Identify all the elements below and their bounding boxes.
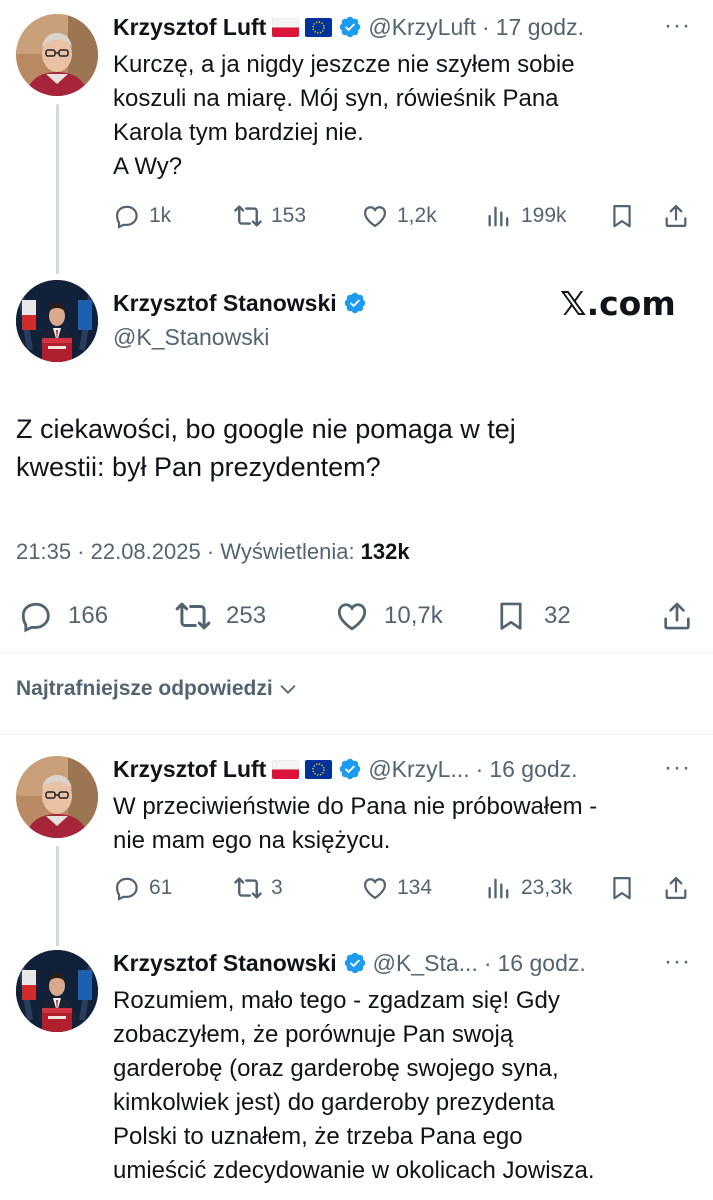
views-count: 199k	[521, 204, 567, 227]
avatar[interactable]	[16, 950, 98, 1032]
bookmark-icon	[494, 599, 528, 633]
bookmark-button[interactable]: 32	[494, 599, 660, 633]
like-button[interactable]: 134	[361, 874, 485, 902]
tweet-header: Krzysztof Luft @KrzyL... · 16 godz.	[113, 754, 578, 784]
repost-button[interactable]: 3	[233, 873, 361, 903]
like-button[interactable]: 10,7k	[334, 598, 494, 634]
eu-flag-icon	[305, 759, 333, 779]
share-icon	[662, 202, 690, 230]
main-tweet-text: Z ciekawości, bo google nie pomaga w tej…	[16, 414, 516, 482]
share-button[interactable]	[662, 202, 690, 230]
tweet-time[interactable]: 16 godz.	[498, 950, 586, 977]
bookmark-button[interactable]	[608, 202, 662, 230]
tweet-actions: 1k 153 1,2k 199k	[113, 201, 693, 231]
verified-badge-icon	[338, 757, 362, 781]
repost-icon	[233, 873, 263, 903]
views-button[interactable]: 23,3k	[485, 874, 608, 902]
views-icon	[485, 202, 513, 230]
more-options-icon[interactable]: ···	[664, 754, 691, 782]
eu-flag-icon	[305, 17, 333, 37]
repost-icon	[174, 597, 212, 635]
poland-flag-icon	[272, 17, 300, 37]
author-name[interactable]: Krzysztof Stanowski	[113, 290, 337, 317]
repost-button[interactable]: 153	[233, 201, 361, 231]
reply-icon	[113, 874, 141, 902]
verified-badge-icon	[343, 291, 367, 315]
poland-flag-icon	[272, 759, 300, 779]
like-button[interactable]: 1,2k	[361, 202, 485, 230]
tweet-text: W przeciwieństwie do Pana nie próbowałem…	[113, 793, 598, 854]
main-author-row: Krzysztof Stanowski	[113, 288, 367, 318]
share-icon	[662, 874, 690, 902]
repost-count: 153	[271, 204, 307, 227]
tweet-header: Krzysztof Luft @KrzyLuft · 17 godz.	[113, 12, 584, 42]
repost-count: 253	[226, 602, 267, 629]
like-icon	[361, 202, 389, 230]
like-count: 134	[397, 876, 433, 899]
separator-dot: ·	[475, 755, 484, 782]
tweet-text: Rozumiem, mało tego - zgadzam się! Gdy z…	[113, 987, 595, 1184]
tweet-text: Kurczę, a ja nigdy jeszcze nie szyłem so…	[113, 51, 575, 180]
tweet-time[interactable]: 17 godz.	[496, 14, 584, 41]
avatar[interactable]	[16, 14, 98, 96]
thread-line	[56, 104, 59, 274]
repost-count: 3	[271, 876, 283, 899]
author-handle[interactable]: @KrzyLuft	[368, 14, 476, 41]
more-options-icon[interactable]: ···	[664, 948, 691, 976]
tweet-timestamp-row: 21:35 · 22.08.2025 · Wyświetlenia: 132k	[16, 539, 410, 565]
verified-badge-icon	[338, 15, 362, 39]
main-tweet-actions: 166 253 10,7k 32	[18, 597, 698, 635]
more-options-icon[interactable]: ···	[664, 12, 691, 40]
share-button[interactable]	[660, 599, 694, 633]
author-name[interactable]: Krzysztof Stanowski	[113, 950, 337, 977]
x-watermark: 𝕏.com	[560, 284, 676, 323]
views-label: Wyświetlenia:	[220, 539, 361, 564]
like-count: 10,7k	[384, 602, 443, 629]
tweet-actions: 61 3 134 23,3k	[113, 873, 693, 903]
reply-button[interactable]: 1k	[113, 202, 233, 230]
views-button[interactable]: 199k	[485, 202, 608, 230]
divider	[0, 734, 713, 735]
bookmark-icon	[608, 874, 636, 902]
separator-dot: ·	[483, 949, 492, 976]
thread-line	[56, 846, 59, 946]
separator-dot: ·	[482, 13, 490, 40]
bookmark-icon	[608, 202, 636, 230]
repost-icon	[233, 201, 263, 231]
chevron-down-icon	[277, 678, 299, 700]
like-icon	[334, 598, 370, 634]
tweet-time[interactable]: 16 godz.	[489, 756, 577, 783]
share-button[interactable]	[662, 874, 690, 902]
bookmark-count: 32	[544, 602, 571, 629]
share-icon	[660, 599, 694, 633]
author-name[interactable]: Krzysztof Luft	[113, 14, 266, 41]
like-count: 1,2k	[397, 204, 437, 227]
avatar[interactable]	[16, 756, 98, 838]
like-icon	[361, 874, 389, 902]
reply-icon	[113, 202, 141, 230]
divider	[0, 652, 713, 653]
reply-button[interactable]: 166	[18, 598, 174, 634]
author-name[interactable]: Krzysztof Luft	[113, 756, 266, 783]
author-handle[interactable]: @K_Sta...	[373, 950, 478, 977]
reply-count: 166	[68, 602, 109, 629]
repost-button[interactable]: 253	[174, 597, 334, 635]
reply-count: 1k	[149, 204, 172, 227]
bookmark-button[interactable]	[608, 874, 662, 902]
views-count: 23,3k	[521, 876, 573, 899]
tweet-header: Krzysztof Stanowski @K_Sta... · 16 godz.	[113, 948, 586, 978]
reply-icon	[18, 598, 54, 634]
author-handle[interactable]: @K_Stanowski	[113, 324, 269, 351]
tweet-timestamp[interactable]: 21:35 · 22.08.2025 ·	[16, 539, 220, 564]
reply-count: 61	[149, 876, 173, 899]
reply-button[interactable]: 61	[113, 874, 233, 902]
verified-badge-icon	[343, 951, 367, 975]
author-handle[interactable]: @KrzyL...	[368, 756, 469, 783]
sort-label: Najtrafniejsze odpowiedzi	[16, 677, 273, 700]
avatar[interactable]	[16, 280, 98, 362]
views-icon	[485, 874, 513, 902]
views-value: 132k	[360, 539, 410, 564]
sort-replies-toggle[interactable]: Najtrafniejsze odpowiedzi	[16, 677, 299, 701]
